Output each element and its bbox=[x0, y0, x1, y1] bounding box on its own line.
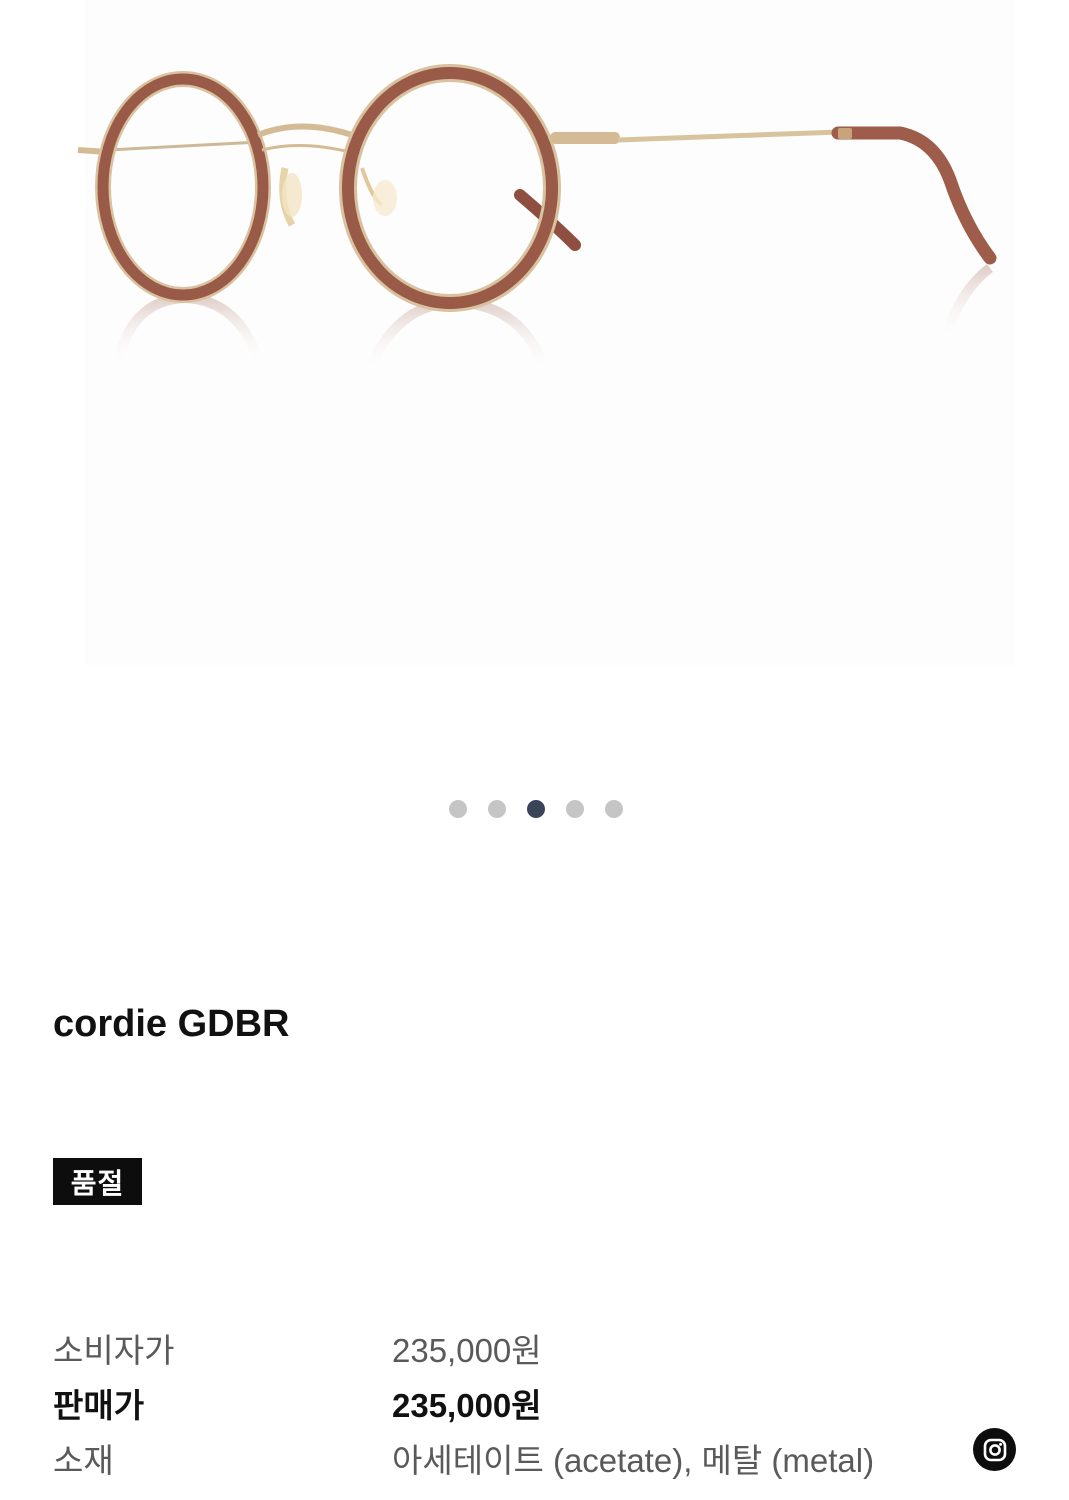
product-title: cordie GDBR bbox=[53, 1003, 290, 1045]
gallery-dot-1[interactable] bbox=[449, 800, 467, 818]
gallery-dot-3-active[interactable] bbox=[527, 800, 545, 818]
gallery-pagination bbox=[449, 800, 623, 818]
material-value: 아세테이트 (acetate), 메탈 (metal) bbox=[392, 1442, 875, 1479]
info-row-retail-price: 소비자가 235,000원 bbox=[53, 1326, 953, 1376]
sold-out-badge: 품절 bbox=[53, 1158, 142, 1205]
product-glasses-image bbox=[77, 64, 997, 374]
retail-price-label: 소비자가 bbox=[53, 1332, 175, 1369]
gallery-dot-2[interactable] bbox=[488, 800, 506, 818]
product-image-gallery[interactable] bbox=[0, 0, 1069, 818]
info-row-sale-price: 판매가 235,000원 bbox=[53, 1381, 953, 1431]
gallery-dot-5[interactable] bbox=[605, 800, 623, 818]
instagram-icon bbox=[983, 1438, 1006, 1461]
sale-price-value: 235,000원 bbox=[392, 1387, 542, 1424]
retail-price-value: 235,000원 bbox=[392, 1332, 542, 1369]
sale-price-label: 판매가 bbox=[53, 1387, 145, 1424]
material-label: 소재 bbox=[53, 1442, 114, 1479]
instagram-button[interactable] bbox=[973, 1428, 1016, 1471]
gallery-dot-4[interactable] bbox=[566, 800, 584, 818]
info-row-material: 소재 아세테이트 (acetate), 메탈 (metal) bbox=[53, 1436, 953, 1486]
